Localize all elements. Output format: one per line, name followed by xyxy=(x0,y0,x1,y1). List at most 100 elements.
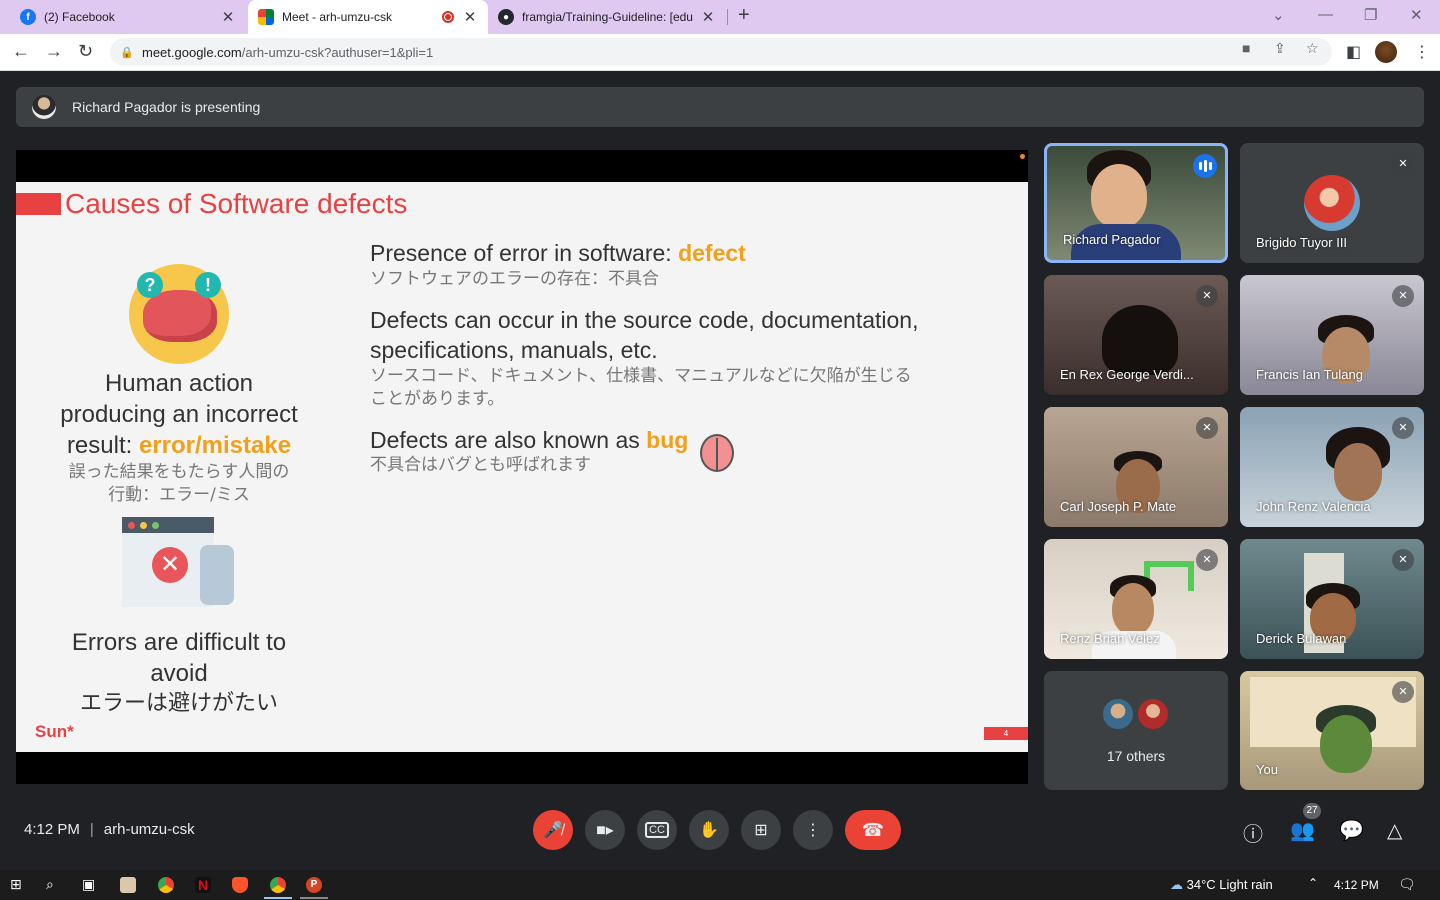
participant-tile[interactable]: ✕ Derick Bulawan xyxy=(1240,539,1424,659)
task-view-icon[interactable]: ▣ xyxy=(82,876,95,893)
mic-off-icon: 🎤̸ xyxy=(543,822,563,839)
people-icon[interactable]: 👥 xyxy=(1290,818,1315,843)
error-mistake-highlight: error/mistake xyxy=(138,432,292,459)
activities-icon[interactable]: △ xyxy=(1387,818,1402,843)
mic-off-icon: ✕ xyxy=(1392,285,1414,307)
mic-off-icon: ✕ xyxy=(1196,549,1218,571)
browser-toolbar: ← → ↻ 🔒 meet.google.com/arh-umzu-csk?aut… xyxy=(0,34,1440,71)
forward-button[interactable]: → xyxy=(45,41,63,62)
camera-button[interactable]: ■▸ xyxy=(585,810,625,850)
participant-tile[interactable]: ✕ John Renz Valencia xyxy=(1240,407,1424,527)
address-bar[interactable]: 🔒 meet.google.com/arh-umzu-csk?authuser=… xyxy=(110,38,1332,66)
powerpoint-icon[interactable]: P xyxy=(306,877,322,893)
raise-hand-button[interactable]: ✋ xyxy=(689,810,729,850)
video-camera-icon: ■▸ xyxy=(596,822,614,839)
tab-github[interactable]: ● framgia/Training-Guideline: [edu ✕ xyxy=(488,0,726,34)
avatar xyxy=(1136,697,1170,731)
meeting-info-icon[interactable]: ⓘ xyxy=(1243,818,1263,847)
github-icon: ● xyxy=(498,9,514,25)
photos-app-icon[interactable] xyxy=(120,877,136,893)
participant-tile-self[interactable]: ✕ You xyxy=(1240,671,1424,790)
bullet-occur-jp-1: ソースコード、ドキュメント、仕様書、マニュアルなどに欠陥が生じる xyxy=(370,366,912,386)
more-options-button[interactable]: ⋮ xyxy=(793,810,833,850)
tab-search-icon[interactable]: ⌄ xyxy=(1272,6,1285,24)
close-tab-icon[interactable]: ✕ xyxy=(220,8,236,26)
tab-facebook[interactable]: f (2) Facebook ✕ xyxy=(10,0,246,34)
tab-divider xyxy=(727,9,728,25)
hang-up-icon: ☎ xyxy=(861,819,885,840)
presenting-text: Richard Pagador is presenting xyxy=(72,99,261,115)
chevron-up-icon[interactable]: ⌃ xyxy=(1308,876,1318,890)
mic-off-icon: ✕ xyxy=(1392,681,1414,703)
presenting-banner: Richard Pagador is presenting xyxy=(16,87,1424,127)
human-line-3: result: error/mistake xyxy=(36,430,322,461)
brave-icon[interactable] xyxy=(232,877,248,893)
participant-tile-others[interactable]: 17 others xyxy=(1044,671,1228,790)
system-clock[interactable]: 4:12 PM xyxy=(1334,878,1379,892)
brain-icon: ? ! xyxy=(129,264,229,364)
back-button[interactable]: ← xyxy=(12,41,30,62)
mic-off-icon: ✕ xyxy=(1392,153,1414,175)
meeting-time: 4:12 PM xyxy=(24,821,80,838)
weather-widget[interactable]: ☁ 34°C Light rain xyxy=(1170,877,1273,893)
tab-meet[interactable]: Meet - arh-umzu-csk ✕ xyxy=(248,0,488,34)
participant-tile[interactable]: ✕ Francis Ian Tulang xyxy=(1240,275,1424,395)
chrome-icon[interactable] xyxy=(158,877,174,893)
captions-button[interactable]: CC xyxy=(637,810,677,850)
mic-off-icon: ✕ xyxy=(1196,285,1218,307)
side-panel-icon[interactable]: ◧ xyxy=(1346,42,1361,62)
browser-tab-bar: f (2) Facebook ✕ Meet - arh-umzu-csk ✕ ●… xyxy=(0,0,1440,34)
others-count: 17 others xyxy=(1106,748,1166,764)
present-screen-icon: ⊞ xyxy=(754,822,768,839)
share-icon[interactable]: ⇪ xyxy=(1274,40,1286,57)
search-icon[interactable]: ⌕ xyxy=(46,876,54,893)
camera-in-use-icon[interactable]: ■ xyxy=(1242,40,1250,56)
errors-difficult-text: Errors are difficult to avoid xyxy=(36,627,322,689)
bullet-defect-prefix: Presence of error in software: xyxy=(370,240,679,266)
mic-off-icon: ✕ xyxy=(1392,549,1414,571)
windows-start-icon[interactable]: ⊞ xyxy=(10,876,22,893)
notifications-icon[interactable]: 🗨 xyxy=(1398,876,1416,893)
new-tab-button[interactable]: + xyxy=(738,4,750,27)
present-button[interactable]: ⊞ xyxy=(741,810,781,850)
hand-icon: ✋ xyxy=(699,822,719,839)
chat-icon[interactable]: 💬 xyxy=(1339,818,1364,843)
participant-tile[interactable]: ✕ Renz Brian Velez xyxy=(1044,539,1228,659)
leave-call-button[interactable]: ☎ xyxy=(845,810,901,850)
bullet-defect: Presence of error in software: defect ソフ… xyxy=(370,238,1010,291)
status-dot xyxy=(1020,154,1025,159)
weather-temp: 34°C xyxy=(1186,877,1216,892)
restore-button[interactable]: ❐ xyxy=(1364,6,1377,24)
human-action-jp-2: 行動：エラー/ミス xyxy=(108,485,250,505)
reload-button[interactable]: ↻ xyxy=(78,41,93,62)
minimize-button[interactable]: — xyxy=(1318,6,1333,23)
microphone-button[interactable]: 🎤̸ xyxy=(533,810,573,850)
recording-icon xyxy=(442,11,454,23)
participant-name: John Renz Valencia xyxy=(1256,499,1371,514)
mic-off-icon: ✕ xyxy=(1392,417,1414,439)
profile-avatar[interactable] xyxy=(1375,41,1397,63)
close-tab-icon[interactable]: ✕ xyxy=(462,8,478,26)
facebook-icon: f xyxy=(20,9,36,25)
participant-name: Renz Brian Velez xyxy=(1060,631,1160,646)
participant-name: Richard Pagador xyxy=(1063,232,1161,247)
closed-captions-icon: CC xyxy=(645,822,669,838)
bug-highlight: bug xyxy=(646,427,689,453)
more-vert-icon: ⋮ xyxy=(805,822,821,839)
google-meet-icon xyxy=(258,9,274,25)
participant-tile[interactable]: Richard Pagador xyxy=(1044,143,1228,263)
participant-tile[interactable]: ✕ Brigido Tuyor III xyxy=(1240,143,1424,263)
netflix-icon[interactable]: N xyxy=(195,877,211,893)
meeting-code: arh-umzu-csk xyxy=(103,821,195,838)
close-window-button[interactable]: ✕ xyxy=(1410,6,1423,24)
bookmark-star-icon[interactable]: ☆ xyxy=(1306,40,1319,57)
lock-icon[interactable]: 🔒 xyxy=(120,46,134,59)
participant-count-badge: 27 xyxy=(1303,803,1321,819)
browser-menu-icon[interactable]: ⋮ xyxy=(1414,42,1430,62)
defect-highlight: defect xyxy=(678,240,746,266)
title-accent-bar xyxy=(16,193,61,215)
chrome-active-icon[interactable] xyxy=(270,877,286,893)
participant-tile[interactable]: ✕ En Rex George Verdi... xyxy=(1044,275,1228,395)
participant-tile[interactable]: ✕ Carl Joseph P. Mate xyxy=(1044,407,1228,527)
close-tab-icon[interactable]: ✕ xyxy=(700,8,716,26)
